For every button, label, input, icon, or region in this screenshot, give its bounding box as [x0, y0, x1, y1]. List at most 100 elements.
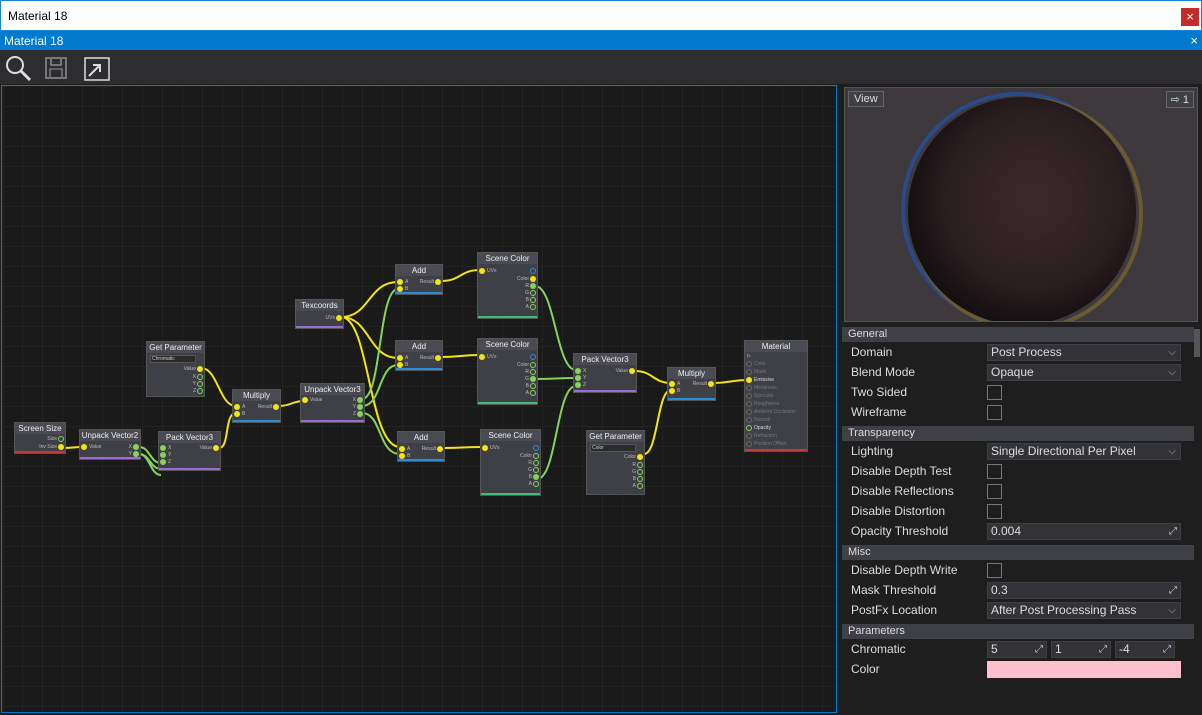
- node-texcoords[interactable]: Texcoords UVs: [295, 299, 344, 329]
- disable-distortion-checkbox[interactable]: [987, 504, 1002, 519]
- output-pin[interactable]: [273, 404, 279, 410]
- output-pin[interactable]: [637, 454, 643, 460]
- output-pin[interactable]: [533, 481, 539, 487]
- slider-drag-icon[interactable]: ⤢: [1099, 642, 1107, 657]
- input-pin[interactable]: [575, 375, 581, 381]
- node-unpack-vector2[interactable]: Unpack Vector2 Value X Y: [79, 429, 141, 460]
- node-add[interactable]: Add A B Result: [397, 431, 445, 462]
- output-pin[interactable]: [530, 283, 536, 289]
- output-pin[interactable]: [197, 381, 203, 387]
- output-pin[interactable]: [530, 290, 536, 296]
- input-pin[interactable]: [746, 401, 752, 407]
- output-pin[interactable]: [336, 315, 342, 321]
- parameter-name-field[interactable]: Color: [590, 444, 636, 452]
- slider-drag-icon[interactable]: ⤢: [1169, 583, 1177, 598]
- input-pin[interactable]: [302, 397, 308, 403]
- input-pin[interactable]: [746, 361, 752, 367]
- disable-depth-write-checkbox[interactable]: [987, 563, 1002, 578]
- two-sided-checkbox[interactable]: [987, 385, 1002, 400]
- node-multiply[interactable]: Multiply A B Result: [232, 389, 281, 423]
- output-pin[interactable]: [530, 383, 536, 389]
- input-pin[interactable]: [397, 355, 403, 361]
- node-graph-canvas[interactable]: Screen Size Size Inv Size Unpack Vector2…: [1, 85, 837, 713]
- search-icon[interactable]: [4, 54, 32, 82]
- save-icon[interactable]: [42, 54, 70, 82]
- opacity-threshold-input[interactable]: 0.004 ⤢: [987, 523, 1181, 540]
- section-misc[interactable]: Misc: [842, 545, 1194, 560]
- output-pin[interactable]: [197, 374, 203, 380]
- node-add[interactable]: Add A B Result: [395, 340, 443, 371]
- input-pin[interactable]: [479, 354, 485, 360]
- output-pin[interactable]: [533, 445, 539, 451]
- slider-drag-icon[interactable]: ⤢: [1035, 642, 1043, 657]
- color-swatch[interactable]: [987, 661, 1181, 678]
- output-pin[interactable]: [637, 469, 643, 475]
- view-menu-button[interactable]: View: [848, 91, 884, 107]
- section-general[interactable]: General: [842, 327, 1194, 342]
- output-pin[interactable]: [530, 297, 536, 303]
- window-close-button[interactable]: ×: [1181, 8, 1199, 26]
- input-pin[interactable]: [160, 445, 166, 451]
- output-pin[interactable]: [637, 483, 643, 489]
- chromatic-z-input[interactable]: -4 ⤢: [1115, 641, 1175, 658]
- node-get-parameter[interactable]: Get Parameter Color Color R G B A: [586, 430, 645, 495]
- input-pin[interactable]: [746, 433, 752, 439]
- node-scene-color[interactable]: Scene Color UVs Color R G B A: [477, 252, 538, 319]
- slider-drag-icon[interactable]: ⤢: [1169, 524, 1177, 539]
- output-pin[interactable]: [357, 404, 363, 410]
- output-pin[interactable]: [530, 362, 536, 368]
- input-pin[interactable]: [160, 459, 166, 465]
- input-pin[interactable]: [160, 452, 166, 458]
- output-pin[interactable]: [530, 354, 536, 360]
- output-pin[interactable]: [58, 436, 64, 442]
- wireframe-checkbox[interactable]: [987, 405, 1002, 420]
- output-pin[interactable]: [530, 276, 536, 282]
- slider-drag-icon[interactable]: ⤢: [1163, 642, 1171, 657]
- input-pin[interactable]: [482, 445, 488, 451]
- mask-threshold-input[interactable]: 0.3 ⤢: [987, 582, 1181, 599]
- input-pin[interactable]: [234, 404, 240, 410]
- input-pin[interactable]: [746, 425, 752, 431]
- material-preview-viewport[interactable]: View ⇨ 1: [844, 87, 1198, 322]
- input-pin[interactable]: [746, 417, 752, 423]
- chromatic-x-input[interactable]: 5 ⤢: [987, 641, 1047, 658]
- output-pin[interactable]: [133, 444, 139, 450]
- output-pin[interactable]: [533, 467, 539, 473]
- node-multiply[interactable]: Multiply A B Result: [667, 367, 716, 401]
- output-pin[interactable]: [637, 476, 643, 482]
- output-pin[interactable]: [533, 474, 539, 480]
- input-pin[interactable]: [746, 441, 752, 447]
- output-pin[interactable]: [357, 411, 363, 417]
- node-unpack-vector3[interactable]: Unpack Vector3 Value X Y Z: [300, 383, 365, 423]
- output-pin[interactable]: [533, 453, 539, 459]
- output-pin[interactable]: [530, 390, 536, 396]
- section-parameters[interactable]: Parameters: [842, 624, 1194, 639]
- input-pin[interactable]: [575, 382, 581, 388]
- input-pin[interactable]: [746, 377, 752, 383]
- editor-tab[interactable]: Material 18 ×: [0, 31, 1202, 50]
- node-screen-size[interactable]: Screen Size Size Inv Size: [14, 422, 66, 454]
- view-count-button[interactable]: ⇨ 1: [1165, 91, 1194, 108]
- node-material-output[interactable]: Material ▷ Color Mask Emissive Metalness…: [744, 340, 808, 452]
- input-pin[interactable]: [397, 279, 403, 285]
- output-pin[interactable]: [197, 366, 203, 372]
- input-pin[interactable]: [669, 388, 675, 394]
- input-pin[interactable]: [399, 446, 405, 452]
- output-pin[interactable]: [437, 446, 443, 452]
- tab-close-icon[interactable]: ×: [1190, 33, 1198, 48]
- output-pin[interactable]: [357, 397, 363, 403]
- output-pin[interactable]: [58, 444, 64, 450]
- postfx-location-dropdown[interactable]: After Post Processing Pass ⌵: [987, 602, 1181, 619]
- node-get-parameter[interactable]: Get Parameter Chromatic Value X Y Z: [146, 341, 205, 397]
- domain-dropdown[interactable]: Post Process ⌵: [987, 344, 1181, 361]
- disable-reflections-checkbox[interactable]: [987, 484, 1002, 499]
- node-scene-color[interactable]: Scene Color UVs Color R G B A: [480, 429, 541, 496]
- input-pin[interactable]: [234, 411, 240, 417]
- blend-mode-dropdown[interactable]: Opaque ⌵: [987, 364, 1181, 381]
- input-pin[interactable]: [746, 393, 752, 399]
- output-pin[interactable]: [533, 460, 539, 466]
- output-pin[interactable]: [435, 279, 441, 285]
- properties-scrollbar[interactable]: [1194, 329, 1200, 357]
- input-pin[interactable]: [746, 409, 752, 415]
- section-transparency[interactable]: Transparency: [842, 426, 1194, 441]
